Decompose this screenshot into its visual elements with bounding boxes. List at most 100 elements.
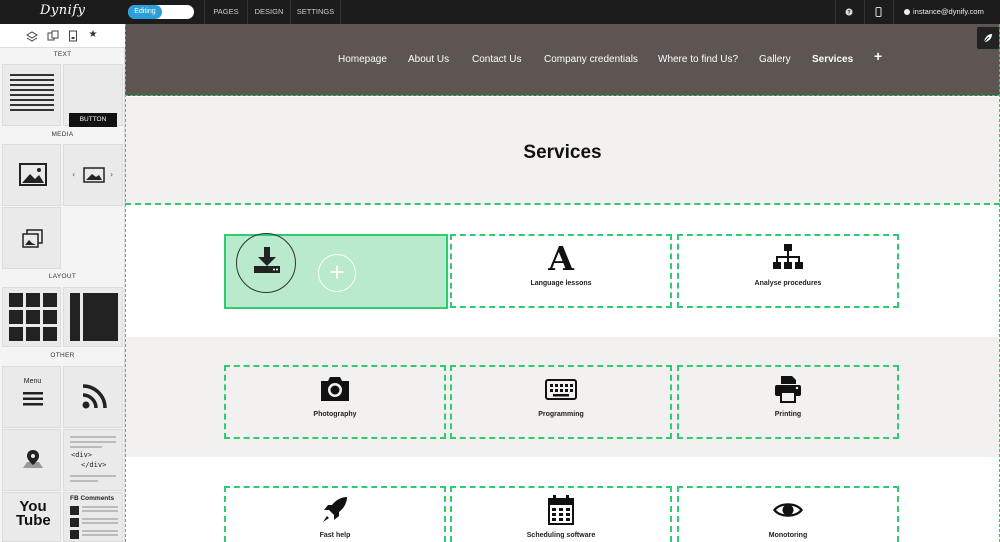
sidebar-toolbar: ★	[0, 24, 125, 48]
mobile-preview-button[interactable]	[864, 0, 893, 24]
nav-contact-us[interactable]: Contact Us	[472, 54, 521, 65]
map-pin-icon	[23, 450, 43, 468]
section-text-heading: TEXT	[53, 51, 72, 58]
svg-text:‹: ‹	[72, 170, 75, 179]
nav-where-to-find-us[interactable]: Where to find Us?	[658, 54, 738, 65]
menu-widget[interactable]: Menu	[2, 366, 61, 428]
service-label: Monotoring	[768, 532, 808, 539]
service-label: Analyse procedures	[754, 280, 822, 287]
service-analyse-procedures[interactable]: Analyse procedures	[677, 234, 899, 308]
selected-cell[interactable]: +	[224, 233, 448, 309]
service-label: Programming	[538, 411, 584, 418]
html-widget-lines	[70, 436, 116, 448]
eye-icon-wrap	[679, 494, 897, 526]
service-programming[interactable]: Programming	[450, 365, 672, 439]
download-icon	[254, 247, 280, 273]
camera-icon-wrap	[226, 373, 444, 405]
widget-sidebar: ★ TEXT BUTTON MEDIA ‹ › LAYOUT OTHER Menu…	[0, 24, 125, 542]
svg-text:A: A	[547, 242, 574, 274]
service-label: Scheduling software	[526, 532, 596, 539]
service-fast-help[interactable]: Fast help	[224, 486, 446, 542]
fb-comments-icon	[70, 506, 118, 539]
user-email: instance@dynify.com	[913, 7, 984, 16]
site-header: Homepage About Us Contact Us Company cre…	[125, 24, 1000, 96]
user-icon	[904, 9, 910, 15]
paragraph-widget[interactable]	[2, 64, 61, 126]
html-widget[interactable]: <div> </div>	[63, 429, 123, 491]
columns-icon	[70, 293, 118, 341]
map-widget[interactable]	[2, 429, 61, 491]
service-label: Language lessons	[530, 280, 592, 287]
image-icon	[19, 163, 47, 186]
nav-services[interactable]: Services	[812, 54, 853, 65]
title-section: Services	[125, 97, 1000, 205]
mobile-icon	[875, 7, 882, 17]
rss-icon	[82, 384, 107, 409]
grid-icon	[9, 293, 57, 341]
service-printing[interactable]: Printing	[677, 365, 899, 439]
service-monitoring[interactable]: Monotoring	[677, 486, 899, 542]
dynify-logo[interactable]: Dynify	[40, 3, 85, 18]
eye-icon	[773, 503, 803, 517]
print-icon	[775, 376, 801, 403]
site-canvas: Homepage About Us Contact Us Company cre…	[125, 24, 1000, 542]
image-widget[interactable]	[2, 144, 61, 206]
sitemap-icon	[773, 244, 803, 269]
pages-tab[interactable]: PAGES	[204, 0, 247, 24]
service-label: Photography	[313, 411, 357, 418]
service-photography[interactable]: Photography	[224, 365, 446, 439]
design-tab[interactable]: DESIGN	[247, 0, 290, 24]
keyboard-icon-wrap	[452, 373, 670, 405]
rocket-icon-wrap	[226, 494, 444, 526]
slider-icon: ‹ ›	[72, 167, 113, 183]
sitemap-icon-wrap	[679, 242, 897, 274]
layers-icon[interactable]	[26, 30, 38, 42]
nav-company-credentials[interactable]: Company credentials	[544, 54, 638, 65]
left-guide	[125, 24, 126, 542]
rocket-icon	[323, 497, 347, 522]
fb-comments-label: FB Comments	[70, 495, 115, 502]
service-label: Fast help	[319, 532, 351, 539]
youtube-widget[interactable]: You Tube	[2, 492, 61, 542]
service-label: Printing	[774, 411, 802, 418]
help-button[interactable]: ?	[835, 0, 864, 24]
service-language-lessons[interactable]: A Language lessons	[450, 234, 672, 308]
rss-widget[interactable]	[63, 366, 123, 428]
youtube-logo: You Tube	[16, 498, 51, 529]
page-icon[interactable]	[67, 30, 79, 42]
copy-icon[interactable]	[47, 30, 59, 42]
nav-homepage[interactable]: Homepage	[338, 54, 387, 65]
svg-text:?: ?	[847, 10, 850, 16]
grid-layout-widget[interactable]	[2, 287, 61, 347]
keyboard-icon	[545, 379, 577, 400]
gallery-widget[interactable]	[2, 207, 61, 269]
editing-label: Editing	[128, 5, 162, 19]
section-layout-heading: LAYOUT	[48, 273, 77, 280]
editing-toggle[interactable]: Editing	[128, 5, 194, 19]
font-icon: A	[547, 242, 574, 274]
page-title[interactable]: Services	[125, 142, 1000, 164]
add-page-button[interactable]: +	[874, 48, 882, 64]
font-icon-wrap: A	[452, 242, 670, 274]
add-element-button[interactable]: +	[318, 254, 356, 292]
question-circle-icon: ?	[845, 8, 853, 16]
svg-text:›: ›	[110, 170, 113, 179]
download-button[interactable]	[236, 233, 296, 293]
button-widget-label: BUTTON	[69, 113, 117, 127]
slider-widget[interactable]: ‹ ›	[63, 144, 123, 206]
html-widget-lines-bottom	[70, 475, 116, 482]
top-toolbar: Dynify Editing PAGES DESIGN SETTINGS ? i…	[0, 0, 1000, 24]
leaf-icon[interactable]	[977, 27, 999, 49]
menu-widget-label: Menu	[23, 378, 42, 385]
fb-comments-widget[interactable]: FB Comments	[63, 492, 123, 542]
print-icon-wrap	[679, 373, 897, 405]
nav-about-us[interactable]: About Us	[408, 54, 449, 65]
html-open-tag: <div>	[71, 451, 93, 459]
user-menu[interactable]: instance@dynify.com	[893, 0, 1000, 24]
settings-tab[interactable]: SETTINGS	[290, 0, 341, 24]
star-icon[interactable]: ★	[87, 30, 99, 42]
camera-icon	[321, 377, 349, 401]
nav-gallery[interactable]: Gallery	[759, 54, 791, 65]
service-scheduling-software[interactable]: Scheduling software	[450, 486, 672, 542]
columns-layout-widget[interactable]	[63, 287, 123, 347]
